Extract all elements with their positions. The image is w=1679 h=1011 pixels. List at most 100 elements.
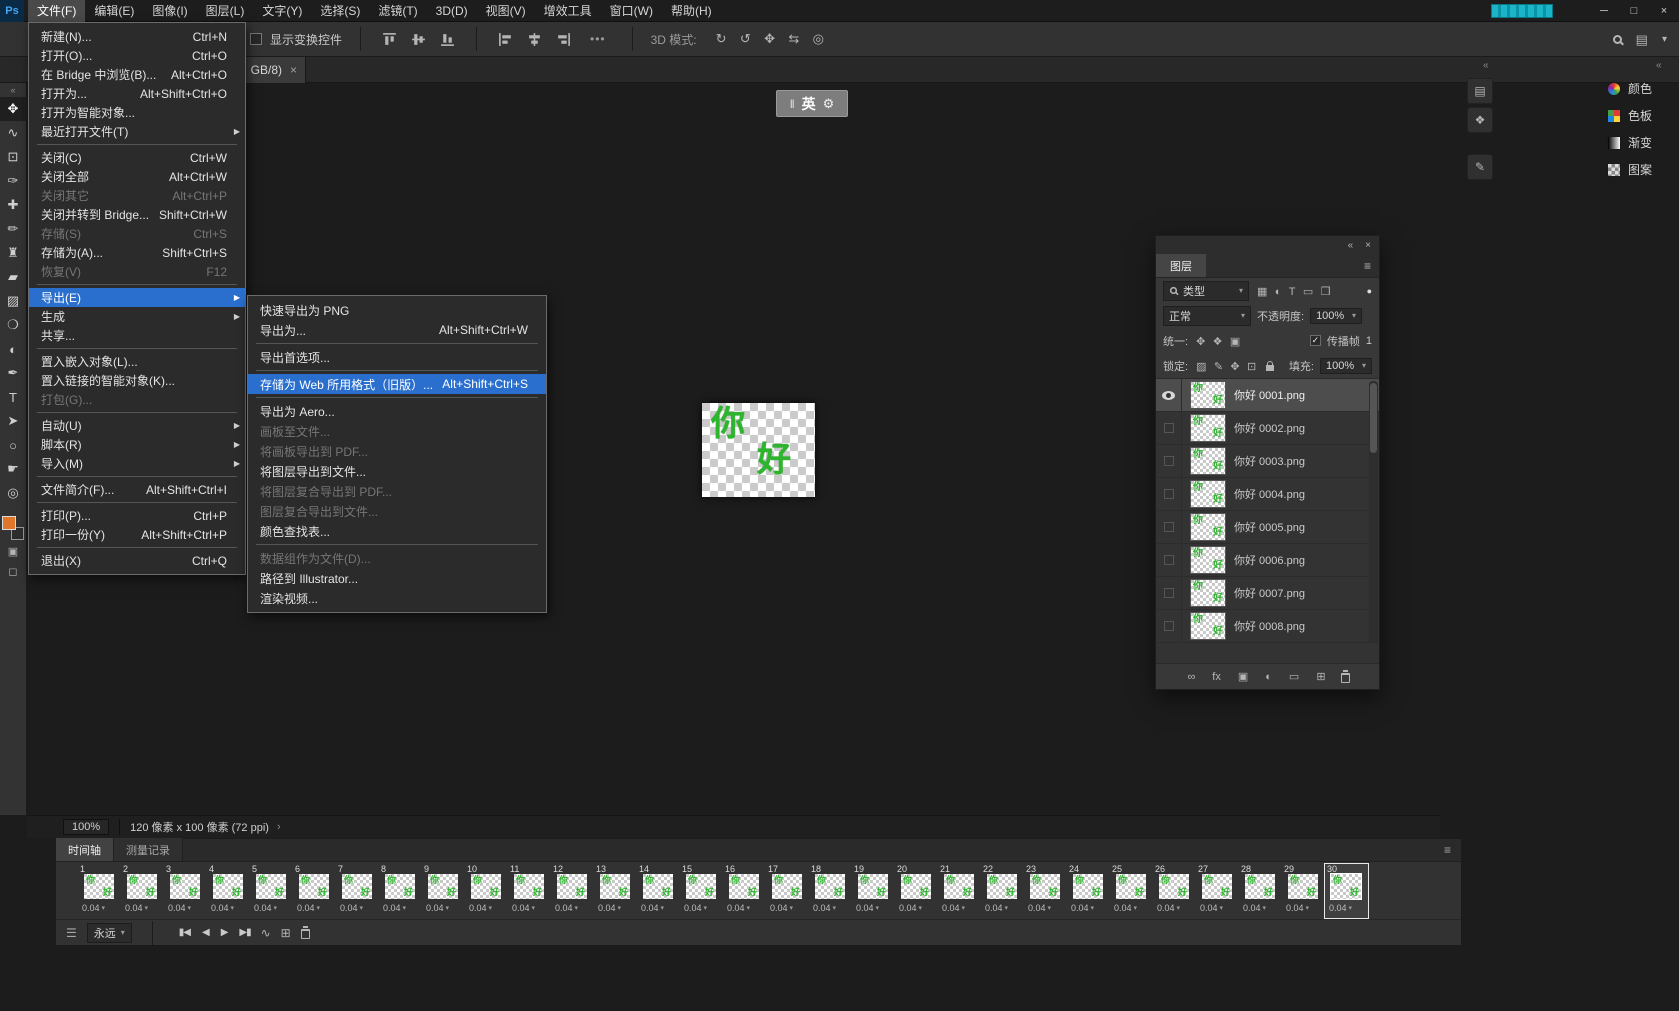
new-layer-button[interactable]: ⊞ <box>1316 670 1325 683</box>
timeline-frame[interactable]: 23 你好 0.04▾ <box>1024 864 1067 918</box>
menu-item[interactable]: ▶ <box>256 544 538 545</box>
zoom-level-field[interactable]: 100% <box>63 819 109 835</box>
lock-all-icon[interactable] <box>1266 365 1274 371</box>
ime-bar[interactable]: ‖ 英 ⚙ <box>776 90 848 117</box>
collapsed-panel-button-1[interactable]: ▤ <box>1467 78 1493 104</box>
timeline-frame[interactable]: 30 你好 0.04▾ <box>1325 864 1368 918</box>
menu-item[interactable]: 文件简介(F)... Alt+Shift+Ctrl+I ▶ <box>29 480 245 499</box>
frame-delay-dropdown[interactable]: 0.04▾ <box>383 903 406 913</box>
timeline-frame[interactable]: 29 你好 0.04▾ <box>1282 864 1325 918</box>
restore-button[interactable]: □ <box>1619 0 1649 22</box>
panel-collapse-icon[interactable]: « <box>1348 240 1354 251</box>
你好 0005.png[interactable]: 你好 你好 0005.png <box>1156 511 1379 544</box>
frame-delay-dropdown[interactable]: 0.04▾ <box>684 903 707 913</box>
menu-item[interactable]: 恢复(V) F12 ▶ <box>29 262 245 281</box>
visibility-toggle[interactable] <box>1156 412 1182 445</box>
frame-delay-dropdown[interactable]: 0.04▾ <box>512 903 535 913</box>
frame-delay-dropdown[interactable]: 0.04▾ <box>168 903 191 913</box>
menubar-item[interactable]: 帮助(H) <box>662 0 721 22</box>
menu-item[interactable]: 置入链接的智能对象(K)... ▶ <box>29 371 245 390</box>
new-group-button[interactable]: ▭ <box>1289 670 1299 683</box>
blend-mode-dropdown[interactable]: 正常 ▾ <box>1163 306 1251 326</box>
menu-item[interactable]: ▶ <box>37 547 237 548</box>
menubar-item[interactable]: 视图(V) <box>477 0 535 22</box>
dock-collapse-icon[interactable]: « <box>1656 60 1662 71</box>
previous-frame-button[interactable]: ◀ <box>202 927 209 938</box>
visibility-toggle[interactable] <box>1156 544 1182 577</box>
move-tool[interactable]: ✥ <box>0 97 27 121</box>
layer-style-button[interactable]: fx <box>1212 671 1221 683</box>
eyedropper-tool[interactable]: ✑ <box>0 169 27 193</box>
timeline-options-icon[interactable]: ☰ <box>66 926 77 940</box>
frame-delay-dropdown[interactable]: 0.04▾ <box>598 903 621 913</box>
你好 0006.png[interactable]: 你好 你好 0006.png <box>1156 544 1379 577</box>
panel-tab-pattern[interactable]: 图案 <box>1601 156 1679 183</box>
3d-scale-icon[interactable]: ◎ <box>813 31 824 46</box>
opacity-dropdown[interactable]: 100% ▾ <box>1310 308 1362 324</box>
timeline-frame[interactable]: 9 你好 0.04▾ <box>422 864 465 918</box>
tab-timeline[interactable]: 时间轴 <box>56 838 114 861</box>
menu-item[interactable]: 导出首选项... ▶ <box>248 347 546 367</box>
menubar-item[interactable]: 编辑(E) <box>85 0 143 22</box>
menu-item[interactable]: 导出为... Alt+Shift+Ctrl+W ▶ <box>248 320 546 340</box>
frame-delay-dropdown[interactable]: 0.04▾ <box>813 903 836 913</box>
visibility-toggle[interactable] <box>1156 511 1182 544</box>
crop-tool[interactable]: ⊡ <box>0 145 27 169</box>
frame-delay-dropdown[interactable]: 0.04▾ <box>469 903 492 913</box>
menu-item[interactable]: 生成 ▶ <box>29 307 245 326</box>
timeline-frame[interactable]: 13 你好 0.04▾ <box>594 864 637 918</box>
next-frame-button[interactable]: ▶▮ <box>239 927 250 938</box>
visibility-toggle[interactable] <box>1156 610 1182 643</box>
menu-item[interactable]: 打包(G)... ▶ <box>29 390 245 409</box>
frame-delay-dropdown[interactable]: 0.04▾ <box>426 903 449 913</box>
menu-item[interactable]: 将图层复合导出到 PDF... ▶ <box>248 481 546 501</box>
panel-menu-icon[interactable]: ≡ <box>1444 843 1451 857</box>
pen-tool[interactable]: ✒ <box>0 361 27 385</box>
menu-item[interactable]: 存储为 Web 所用格式（旧版）... Alt+Shift+Ctrl+S ▶ <box>248 374 546 394</box>
menubar-item[interactable]: 3D(D) <box>427 0 477 22</box>
add-mask-button[interactable]: ▣ <box>1238 670 1248 683</box>
gear-icon[interactable]: ⚙ <box>823 96 835 112</box>
frame-delay-dropdown[interactable]: 0.04▾ <box>1114 903 1137 913</box>
timeline-frame[interactable]: 20 你好 0.04▾ <box>895 864 938 918</box>
tab-layers[interactable]: 图层 <box>1156 254 1206 277</box>
timeline-frame[interactable]: 21 你好 0.04▾ <box>938 864 981 918</box>
menu-item[interactable]: 导入(M) ▶ <box>29 454 245 473</box>
unify-style-icon[interactable]: ▣ <box>1230 336 1240 348</box>
frame-delay-dropdown[interactable]: 0.04▾ <box>297 903 320 913</box>
menu-item[interactable]: 路径到 Illustrator... ▶ <box>248 568 546 588</box>
lock-position-icon[interactable]: ✥ <box>1230 361 1239 373</box>
menu-item[interactable]: 自动(U) ▶ <box>29 416 245 435</box>
menubar-item[interactable]: 窗口(W) <box>601 0 662 22</box>
你好 0008.png[interactable]: 你好 你好 0008.png <box>1156 610 1379 643</box>
timeline-frame[interactable]: 10 你好 0.04▾ <box>465 864 508 918</box>
frame-delay-dropdown[interactable]: 0.04▾ <box>856 903 879 913</box>
timeline-frame[interactable]: 6 你好 0.04▾ <box>293 864 336 918</box>
toolbar-collapse-icon[interactable]: « <box>10 83 15 97</box>
document-canvas[interactable]: 你 好 <box>702 403 815 497</box>
first-frame-button[interactable]: ▮◀ <box>179 927 190 938</box>
menu-item[interactable]: 关闭其它 Alt+Ctrl+P ▶ <box>29 186 245 205</box>
type-tool[interactable]: T <box>0 385 27 409</box>
filter-smart-icon[interactable]: ❒ <box>1321 286 1331 298</box>
visibility-toggle[interactable] <box>1156 379 1182 412</box>
eraser-tool[interactable]: ▰ <box>0 265 27 289</box>
menu-item[interactable]: 在 Bridge 中浏览(B)... Alt+Ctrl+O ▶ <box>29 65 245 84</box>
你好 0004.png[interactable]: 你好 你好 0004.png <box>1156 478 1379 511</box>
frame-delay-dropdown[interactable]: 0.04▾ <box>770 903 793 913</box>
align-center-icon[interactable] <box>527 32 542 47</box>
align-middle-icon[interactable] <box>411 32 426 47</box>
menu-item[interactable]: 关闭并转到 Bridge... Shift+Ctrl+W ▶ <box>29 205 245 224</box>
timeline-frame[interactable]: 8 你好 0.04▾ <box>379 864 422 918</box>
timeline-frame[interactable]: 2 你好 0.04▾ <box>121 864 164 918</box>
adjustment-layer-button[interactable]: ◐ <box>1265 671 1272 683</box>
foreground-color-swatch[interactable] <box>2 516 16 530</box>
3d-drag-icon[interactable]: ✥ <box>764 31 775 46</box>
menu-item[interactable]: ▶ <box>37 412 237 413</box>
你好 0001.png[interactable]: 你好 你好 0001.png <box>1156 379 1379 412</box>
frame-delay-dropdown[interactable]: 0.04▾ <box>641 903 664 913</box>
frame-delay-dropdown[interactable]: 0.04▾ <box>211 903 234 913</box>
menu-item[interactable]: 颜色查找表... ▶ <box>248 521 546 541</box>
menu-item[interactable]: 画板至文件... ▶ <box>248 421 546 441</box>
3d-rotate-icon[interactable]: ↻ <box>716 31 727 46</box>
